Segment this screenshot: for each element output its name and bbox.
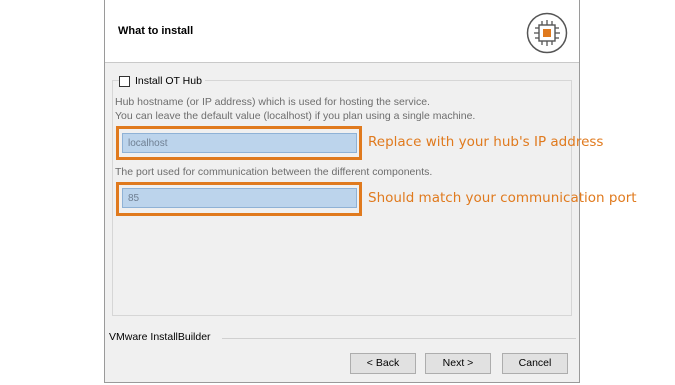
installer-brand: VMware InstallBuilder [109,331,211,343]
next-button[interactable]: Next > [425,353,491,374]
chip-icon [526,12,568,54]
footer-divider [222,338,576,339]
port-description: The port used for communication between … [115,166,433,178]
back-button[interactable]: < Back [350,353,416,374]
hostname-description-1: Hub hostname (or IP address) which is us… [115,96,430,108]
header-banner: What to install [105,0,579,63]
cancel-button[interactable]: Cancel [502,353,568,374]
install-ot-hub-option[interactable]: Install OT Hub [119,73,205,89]
port-annotation: Should match your communication port [368,190,637,206]
install-ot-hub-label: Install OT Hub [135,75,202,87]
hostname-description-2: You can leave the default value (localho… [115,110,476,122]
port-highlight [116,182,362,216]
install-ot-hub-checkbox[interactable] [119,75,130,87]
page-title: What to install [118,25,194,37]
hostname-annotation: Replace with your hub's IP address [368,134,604,150]
hostname-highlight [116,126,362,160]
